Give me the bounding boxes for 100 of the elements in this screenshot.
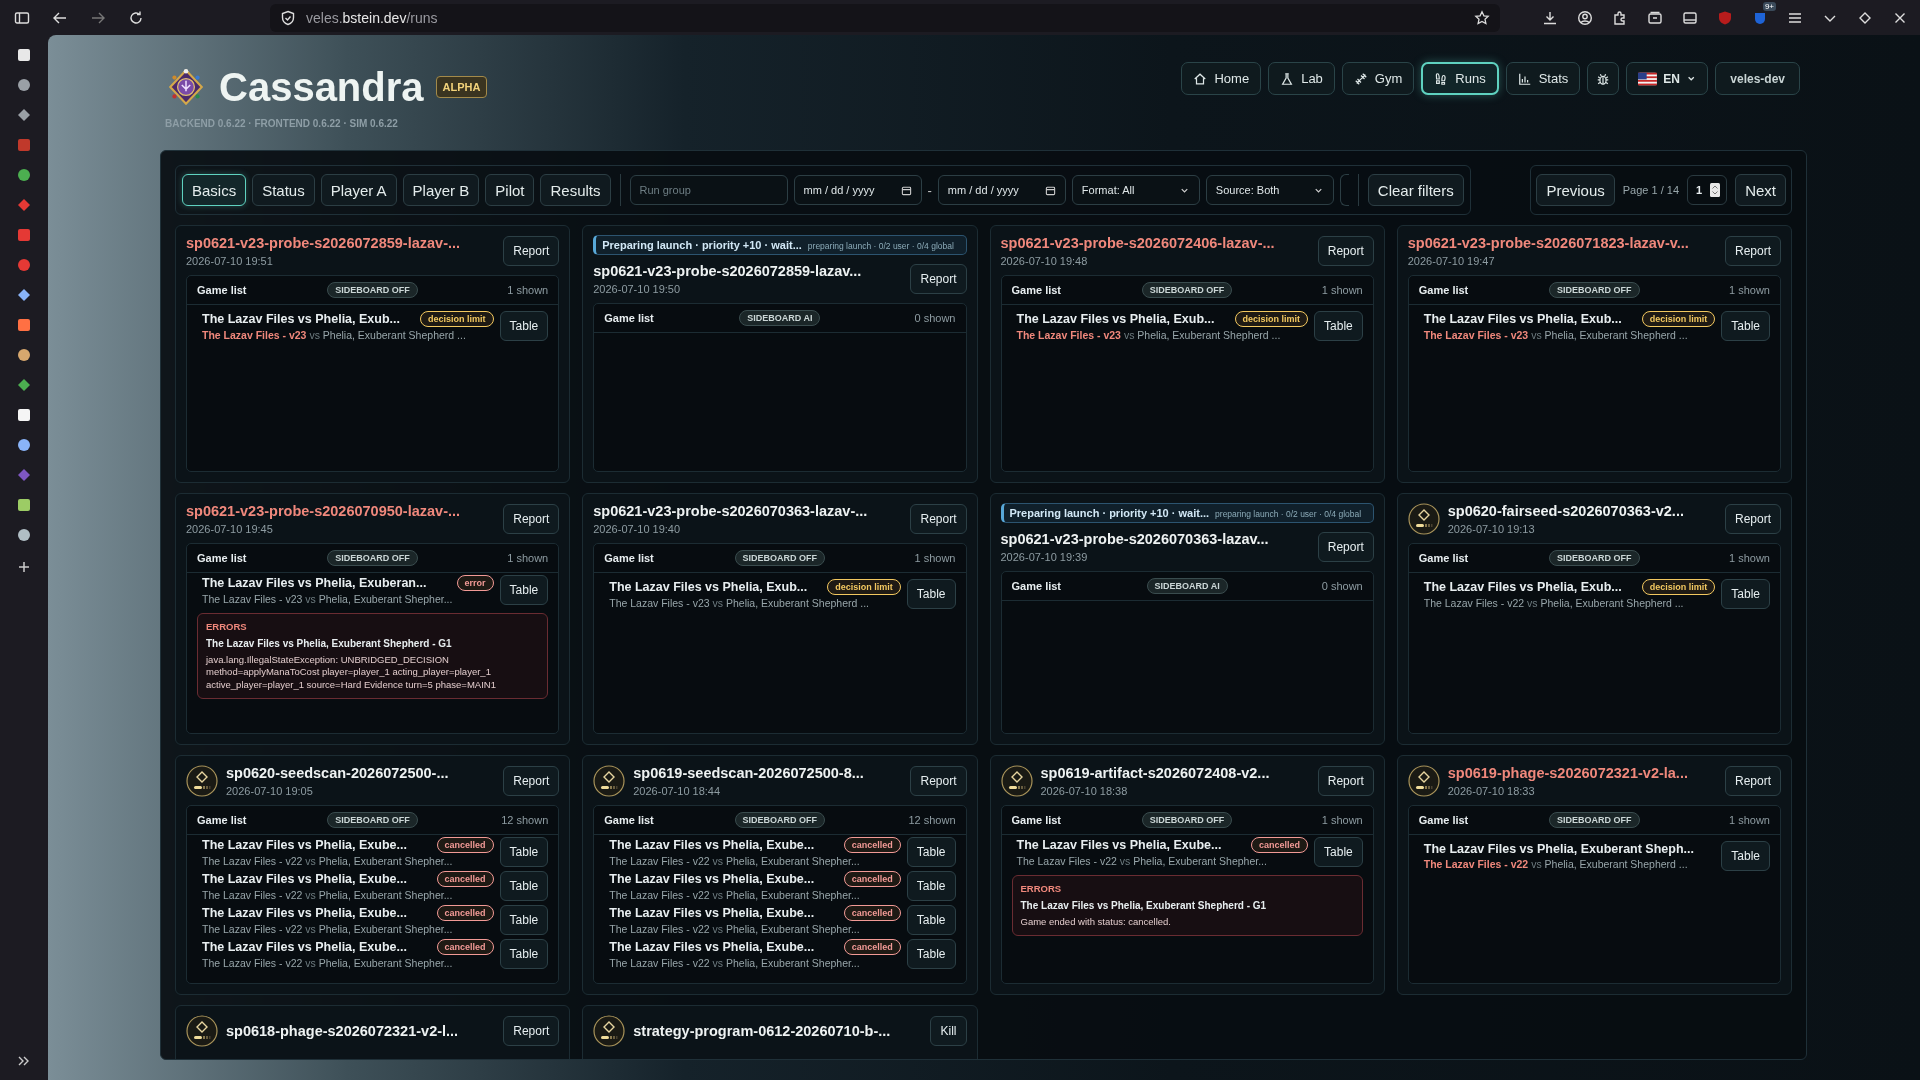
source-select[interactable]: Source: Both [1205, 175, 1334, 205]
nav-button[interactable]: Lab [1268, 62, 1335, 95]
table-button[interactable]: Table [1721, 579, 1770, 609]
table-button[interactable]: Table [499, 905, 549, 935]
report-button[interactable]: Report [910, 766, 967, 796]
run-title[interactable]: sp0621-v23-probe-s2026072859-lazav-... [186, 235, 496, 251]
nav-button[interactable]: Runs [1421, 62, 1499, 95]
run-title[interactable]: sp0620-seedscan-2026072500-... [226, 765, 496, 781]
report-button[interactable]: Report [910, 264, 967, 294]
run-title[interactable]: sp0621-v23-probe-s2026070363-lazav... [1000, 531, 1310, 547]
filter-tab[interactable]: Status [252, 174, 315, 206]
language-select[interactable]: EN [1626, 62, 1709, 95]
add-icon[interactable] [17, 560, 31, 574]
reload-icon[interactable] [128, 9, 144, 26]
app-icon[interactable] [17, 168, 31, 182]
run-title[interactable]: sp0621-v23-probe-s2026072859-lazav... [593, 263, 903, 279]
run-title[interactable]: sp0620-fairseed-s2026070363-v2... [1447, 503, 1717, 519]
report-button[interactable]: Report [503, 236, 560, 266]
date-to-field[interactable]: mm / dd / yyyy [937, 175, 1066, 205]
report-button[interactable]: Report [1317, 766, 1374, 796]
table-button[interactable]: Table [906, 579, 956, 609]
game-title: The Lazav Files vs Phelia, Exube... [1016, 838, 1222, 852]
report-button[interactable]: Report [1724, 236, 1781, 266]
home-icon [1193, 71, 1208, 86]
debug-button[interactable] [1587, 62, 1620, 95]
table-button[interactable]: Table [906, 905, 956, 935]
page-number-field[interactable]: 1 [1687, 175, 1728, 205]
previous-button[interactable]: Previous [1536, 174, 1615, 206]
table-button[interactable]: Table [499, 575, 549, 605]
table-button[interactable]: Table [1314, 837, 1363, 867]
run-title[interactable]: sp0619-phage-s2026072321-v2-la... [1447, 765, 1717, 781]
report-button[interactable]: Report [1724, 766, 1781, 796]
table-button[interactable]: Table [499, 871, 549, 901]
container-icon[interactable] [1647, 9, 1663, 26]
address-bar[interactable]: veles.bstein.dev/runs [270, 3, 1500, 32]
spinner-icon[interactable] [1710, 183, 1721, 197]
download-icon[interactable] [1542, 9, 1558, 26]
sidebar-toggle-icon[interactable] [14, 9, 30, 26]
user-button[interactable]: veles-dev [1715, 62, 1800, 95]
date-from-field[interactable]: mm / dd / yyyy [793, 175, 922, 205]
app-icon[interactable] [17, 108, 31, 122]
shown-count: 0 shown [1321, 580, 1363, 592]
status-badge: decision limit [1641, 311, 1716, 327]
star-icon[interactable] [1474, 9, 1490, 26]
run-title[interactable]: sp0621-v23-probe-s2026071823-lazav-v... [1407, 235, 1717, 251]
shield-extension-icon[interactable] [1717, 9, 1733, 26]
nav-button[interactable]: Gym [1341, 62, 1415, 95]
app-icon[interactable] [17, 408, 31, 422]
app-icon[interactable] [17, 438, 31, 452]
app-icon[interactable] [17, 348, 31, 362]
run-title[interactable]: sp0621-v23-probe-s2026070363-lazav-... [593, 503, 903, 519]
filter-tab[interactable]: Results [540, 174, 611, 206]
puzzle-icon[interactable] [1612, 9, 1628, 26]
app-icon[interactable] [17, 48, 31, 62]
app-icon[interactable] [17, 318, 31, 332]
table-button[interactable]: Table [906, 939, 956, 969]
report-button[interactable]: Report [910, 504, 967, 534]
run-title[interactable]: sp0621-v23-probe-s2026070950-lazav-... [186, 503, 496, 519]
report-button[interactable]: Report [503, 1016, 560, 1046]
run-title[interactable]: sp0621-v23-probe-s2026072406-lazav-... [1000, 235, 1310, 251]
report-button[interactable]: Report [503, 504, 560, 534]
expand-icon[interactable] [17, 1054, 31, 1068]
run-title[interactable]: sp0619-artifact-s2026072408-v2... [1040, 765, 1310, 781]
screen-icon[interactable] [1682, 9, 1698, 26]
app-icon[interactable] [17, 528, 31, 542]
filter-tab[interactable]: Player A [320, 174, 397, 206]
run-title[interactable]: sp0619-seedscan-2026072500-8... [633, 765, 903, 781]
table-button[interactable]: Table [1721, 841, 1770, 871]
table-button[interactable]: Table [1721, 311, 1770, 341]
table-button[interactable]: Table [906, 837, 956, 867]
app-icon[interactable] [17, 78, 31, 92]
nav-button[interactable]: Stats [1505, 62, 1581, 95]
run-title[interactable]: strategy-program-0612-20260710-b-... [633, 1023, 923, 1039]
report-button[interactable]: Report [1317, 532, 1374, 562]
table-button[interactable]: Table [499, 837, 549, 867]
filter-tab[interactable]: Basics [182, 174, 247, 206]
filter-tab[interactable]: Player B [402, 174, 480, 206]
table-button[interactable]: Table [906, 871, 956, 901]
report-button[interactable]: Kill [930, 1016, 967, 1046]
account-icon[interactable] [1577, 9, 1593, 26]
run-title[interactable]: sp0618-phage-s2026072321-v2-l... [226, 1023, 496, 1039]
game-title: The Lazav Files vs Phelia, Exube... [609, 872, 815, 886]
table-button[interactable]: Table [499, 311, 549, 341]
format-select[interactable]: Format: All [1071, 175, 1200, 205]
game-list-label: Game list [1011, 580, 1063, 592]
filter-tab[interactable]: Pilot [485, 174, 535, 206]
table-button[interactable]: Table [1314, 311, 1363, 341]
table-button[interactable]: Table [499, 939, 549, 969]
game-players: The Lazav Files - v23 vs Phelia, Exuberant Shepherd ... [1423, 329, 1689, 341]
run-group-field[interactable]: Run group [629, 175, 788, 205]
report-button[interactable]: Report [1724, 504, 1781, 534]
clear-filters-button[interactable]: Clear filters [1367, 174, 1464, 206]
nav-button[interactable]: Home [1181, 62, 1262, 95]
app-icon[interactable] [17, 378, 31, 392]
app-icon[interactable] [17, 498, 31, 512]
report-button[interactable]: Report [1317, 236, 1374, 266]
app-icon[interactable] [17, 288, 31, 302]
next-button[interactable]: Next [1735, 174, 1786, 206]
sideboard-badge: SIDEBOARD OFF [734, 550, 826, 566]
report-button[interactable]: Report [503, 766, 560, 796]
